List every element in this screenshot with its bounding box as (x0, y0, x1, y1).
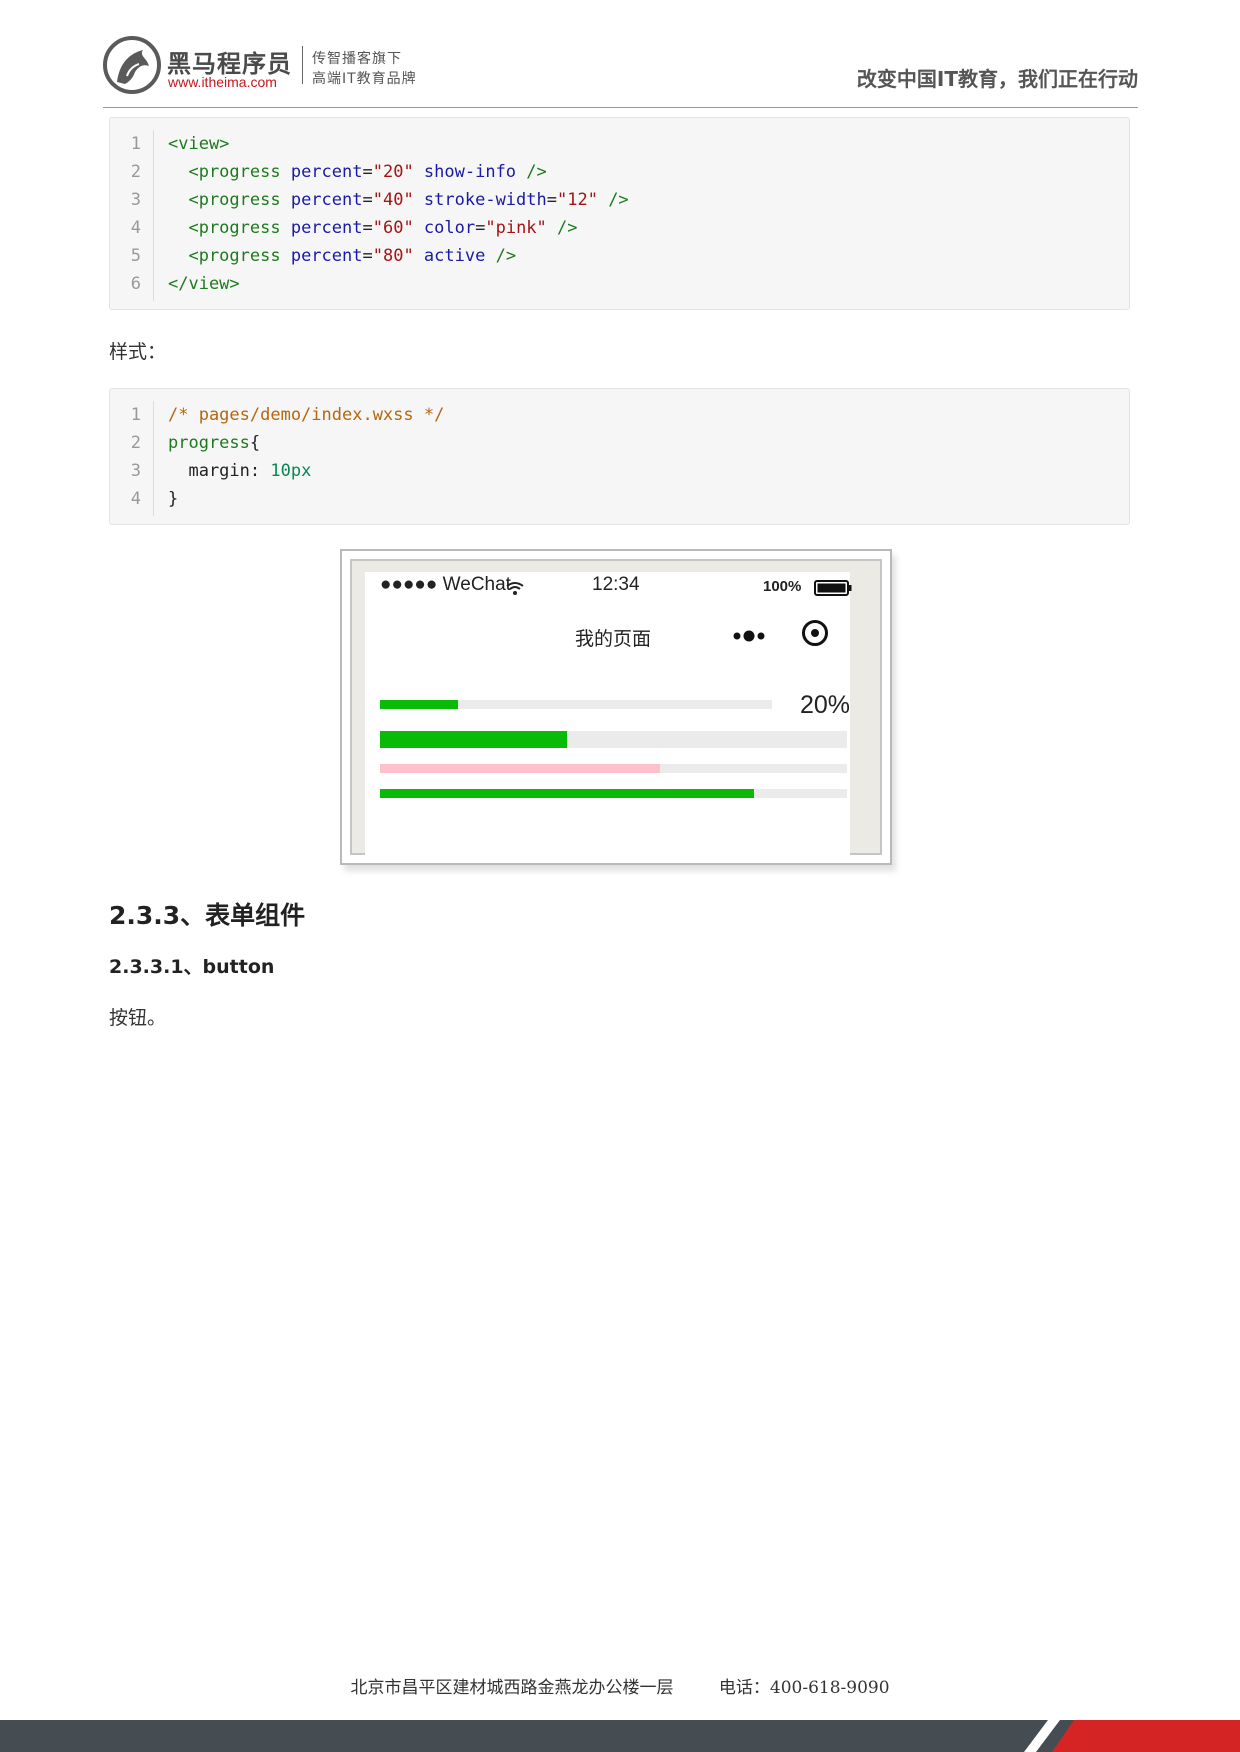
footer-address: 北京市昌平区建材城西路金燕龙办公楼一层 (350, 1678, 674, 1698)
footer-contact: 北京市昌平区建材城西路金燕龙办公楼一层 电话：400-618-9090 (0, 1673, 1240, 1698)
nav-page-title: 我的页面 (575, 628, 652, 650)
status-time: 12:34 (592, 574, 640, 595)
code-line: <view> (168, 134, 230, 154)
progress-fill (380, 700, 459, 709)
slogan-line-2: 高端IT教育品牌 (312, 71, 417, 87)
code-lines: <view> <progress percent="20" show-info … (168, 130, 1119, 298)
line-number: 2 (130, 162, 141, 182)
progress-bar-2 (380, 731, 847, 748)
code-line: progress{ (168, 433, 261, 453)
code-line: /* pages/demo/index.wxss */ (168, 405, 445, 425)
code-line: <progress percent="80" active /> (168, 246, 517, 266)
line-number: 3 (130, 461, 141, 481)
progress-bar-1 (380, 700, 772, 709)
code-block-wxml: 1 2 3 4 5 6 <view> <progress percent="20… (109, 117, 1130, 310)
line-number: 4 (130, 218, 141, 238)
header-motto: 改变中国IT教育，我们正在行动 (856, 67, 1138, 91)
body-text: 按钮。 (109, 1007, 167, 1029)
code-line: <progress percent="20" show-info /> (168, 162, 547, 182)
close-capsule-icon[interactable] (802, 620, 828, 646)
line-number: 5 (130, 246, 141, 266)
line-number-gutter: 1 2 3 4 (110, 401, 154, 516)
code-lines: /* pages/demo/index.wxss */ progress{ ma… (168, 401, 1119, 513)
slogan-line-1: 传智播客旗下 (312, 51, 402, 67)
footer-accent (1052, 1720, 1240, 1752)
close-capsule-dot (811, 629, 819, 637)
code-block-wxss: 1 2 3 4 /* pages/demo/index.wxss */ prog… (109, 388, 1130, 525)
code-line: } (168, 489, 179, 509)
status-carrier: ●●●●● WeChat (380, 574, 511, 595)
footer-phone: 电话：400-618-9090 (718, 1678, 890, 1698)
code-line: </view> (168, 274, 240, 294)
line-number: 4 (130, 489, 141, 509)
progress-bar-3 (380, 764, 847, 773)
progress-bar-4 (380, 789, 847, 798)
line-number: 6 (130, 274, 141, 294)
header-divider (103, 107, 1138, 108)
progress-fill (380, 731, 567, 748)
status-battery-text: 100% (763, 578, 802, 595)
line-number-gutter: 1 2 3 4 5 6 (110, 130, 154, 301)
phone-screen: ●●●●● WeChat 12:34 100% 我的页面 20% (365, 572, 852, 855)
progress-fill (380, 764, 661, 773)
wifi-icon (506, 582, 524, 595)
code-line: <progress percent="40" stroke-width="12"… (168, 190, 629, 210)
line-number: 1 (130, 405, 141, 425)
section-heading: 2.3.3、表单组件 (109, 901, 306, 930)
line-number: 3 (130, 190, 141, 210)
battery-icon (814, 580, 852, 596)
style-label: 样式： (109, 341, 167, 363)
line-number: 2 (130, 433, 141, 453)
subsection-heading: 2.3.3.1、button (109, 956, 275, 978)
page-header: 黑马程序员 www.itheima.com 传智播客旗下 高端IT教育品牌 改变… (103, 36, 1138, 106)
horse-logo-icon (103, 36, 161, 94)
line-number: 1 (130, 134, 141, 154)
more-dots-icon[interactable] (732, 626, 768, 646)
logo-divider (302, 46, 303, 84)
logo-url: www.itheima.com (168, 74, 277, 90)
code-line: <progress percent="60" color="pink" /> (168, 218, 578, 238)
code-line: margin: 10px (168, 461, 312, 481)
progress-fill (380, 789, 754, 798)
progress-info-text: 20% (800, 691, 851, 719)
